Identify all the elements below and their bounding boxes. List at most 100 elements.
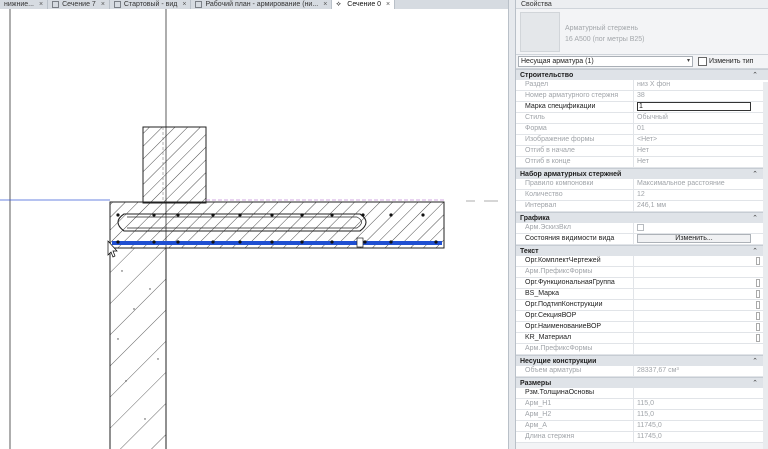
property-row: Правило компоновки Максимальное расстояни…	[516, 179, 768, 190]
property-row: Арм_Н2 115,0	[516, 410, 768, 421]
property-name: Отгиб в начале	[516, 146, 634, 156]
property-name: Арм_А	[516, 421, 634, 431]
property-value-text: 246,1 мм	[637, 202, 667, 209]
property-value[interactable]	[634, 322, 768, 332]
property-row[interactable]: Рзм.ТолщинаОсновы	[516, 388, 768, 399]
vertical-scrollbar[interactable]	[763, 82, 768, 449]
property-value[interactable]	[634, 300, 768, 310]
property-group-name: Несущие конструкции	[520, 358, 597, 365]
view-tab[interactable]: нижние... ×	[0, 0, 49, 9]
property-row: Стиль Обычный	[516, 113, 768, 124]
property-row: Номер арматурного стержня 38	[516, 91, 768, 102]
section-drawing[interactable]	[0, 9, 508, 449]
property-value: 11745,0	[634, 421, 768, 431]
property-value[interactable]	[634, 289, 768, 299]
property-value[interactable]	[634, 278, 768, 288]
property-row[interactable]: Орг.ФункциональнаяГруппа	[516, 278, 768, 289]
property-name: Марка спецификации	[516, 102, 634, 112]
property-value[interactable]	[634, 333, 768, 343]
property-value[interactable]: Изменить...	[634, 234, 768, 244]
property-value	[634, 344, 768, 354]
property-value[interactable]: 1	[634, 102, 768, 112]
section-view-canvas[interactable]	[0, 9, 508, 449]
property-value[interactable]	[634, 256, 768, 266]
view-tab[interactable]: Сечение 7 ×	[48, 0, 110, 9]
view-tab[interactable]: Стартовый - вид ×	[110, 0, 192, 9]
property-group-header[interactable]: Несущие конструкции ⌃	[516, 355, 768, 366]
browse-button[interactable]	[756, 290, 760, 298]
property-row[interactable]: BS_Марка	[516, 289, 768, 300]
panel-splitter[interactable]	[508, 0, 516, 449]
view-tab-label: Сечение 0	[347, 1, 382, 8]
property-row[interactable]: Орг.ПодтипКонструкции	[516, 300, 768, 311]
browse-button[interactable]	[756, 334, 760, 342]
property-group-header[interactable]: Строительство ⌃	[516, 69, 768, 80]
property-group-header[interactable]: Набор арматурных стержней ⌃	[516, 168, 768, 179]
type-selector-row: Несущая арматура (1) ▾ Изменить тип	[516, 55, 768, 69]
property-name: BS_Марка	[516, 289, 634, 299]
view-icon	[52, 1, 60, 8]
browse-button[interactable]	[756, 279, 760, 287]
property-row[interactable]: Орг.НаименованиеВОР	[516, 322, 768, 333]
type-preview: Арматурный стержень 16 A500 (пог метры B…	[516, 9, 768, 55]
properties-title: Свойства	[516, 0, 768, 9]
property-name: Интервал	[516, 201, 634, 211]
view-tab-label: Сечение 7	[62, 1, 96, 8]
property-row[interactable]: Состояния видимости вида Изменить...	[516, 234, 768, 245]
property-row: Арм.ЭскизВкл	[516, 223, 768, 234]
property-group-header[interactable]: Графика ⌃	[516, 212, 768, 223]
view-tab[interactable]: Рабочий план - армирование (ни... ×	[191, 0, 333, 9]
property-row: Отгиб в конце Нет	[516, 157, 768, 168]
property-name: Арм_Н2	[516, 410, 634, 420]
property-row[interactable]: Марка спецификации 1	[516, 102, 768, 113]
section-view-icon: ⟡	[336, 1, 341, 8]
type-name: Арматурный стержень 16 A500 (пог метры B…	[565, 25, 645, 43]
view-tab-bar: нижние... × Сечение 7 × Стартовый - вид × Рабо…	[0, 0, 508, 9]
property-name: Номер арматурного стержня	[516, 91, 634, 101]
instance-filter-dropdown[interactable]: Несущая арматура (1) ▾	[518, 56, 693, 67]
property-name: Орг.СекцияВОР	[516, 311, 634, 321]
property-name: Арм.ЭскизВкл	[516, 223, 634, 233]
close-icon[interactable]: ×	[386, 1, 390, 8]
property-checkbox[interactable]	[637, 224, 644, 231]
property-value[interactable]	[634, 311, 768, 321]
property-group-name: Текст	[520, 248, 539, 255]
edit-type-button[interactable]: Изменить тип	[698, 57, 753, 66]
browse-button[interactable]	[756, 312, 760, 320]
property-group-header[interactable]: Размеры ⌃	[516, 377, 768, 388]
close-icon[interactable]: ×	[39, 1, 43, 8]
property-value-text: Обычный	[637, 114, 668, 121]
property-row: Количество 12	[516, 190, 768, 201]
browse-button[interactable]	[756, 257, 760, 265]
property-row[interactable]: Орг.КомплектЧертежей	[516, 256, 768, 267]
view-tab[interactable]: ⟡ Сечение 0 ×	[332, 0, 396, 9]
property-name: Арм_Н1	[516, 399, 634, 409]
property-name: Правило компоновки	[516, 179, 634, 189]
close-icon[interactable]: ×	[182, 1, 186, 8]
close-icon[interactable]: ×	[323, 1, 327, 8]
property-group-header[interactable]: Текст ⌃	[516, 245, 768, 256]
property-edit-field[interactable]: 1	[637, 102, 751, 111]
property-value: Максимальное расстояние	[634, 179, 768, 189]
view-icon	[113, 1, 121, 8]
property-value-text: 38	[637, 92, 645, 99]
property-row: Интервал 246,1 мм	[516, 201, 768, 212]
property-name: Орг.ПодтипКонструкции	[516, 300, 634, 310]
property-group-name: Строительство	[520, 72, 574, 79]
property-name: Раздел	[516, 80, 634, 90]
property-row[interactable]: Орг.СекцияВОР	[516, 311, 768, 322]
property-value-text: низ X фон	[637, 81, 671, 88]
property-row: Арм_Н1 115,0	[516, 399, 768, 410]
properties-grid: Строительство ⌃ Раздел низ X фон Номер армат…	[516, 69, 768, 443]
type-thumbnail	[520, 12, 560, 52]
properties-panel: Свойства Арматурный стержень 16 A500 (по…	[516, 0, 768, 449]
edit-visibility-button[interactable]: Изменить...	[637, 234, 751, 243]
browse-button[interactable]	[756, 301, 760, 309]
property-row: Длина стержня 11745,0	[516, 432, 768, 443]
browse-button[interactable]	[756, 323, 760, 331]
property-row: Объем арматуры 28337,67 см³	[516, 366, 768, 377]
close-icon[interactable]: ×	[101, 1, 105, 8]
property-value[interactable]	[634, 388, 768, 398]
property-row[interactable]: KR_Материал	[516, 333, 768, 344]
property-value: Обычный	[634, 113, 768, 123]
